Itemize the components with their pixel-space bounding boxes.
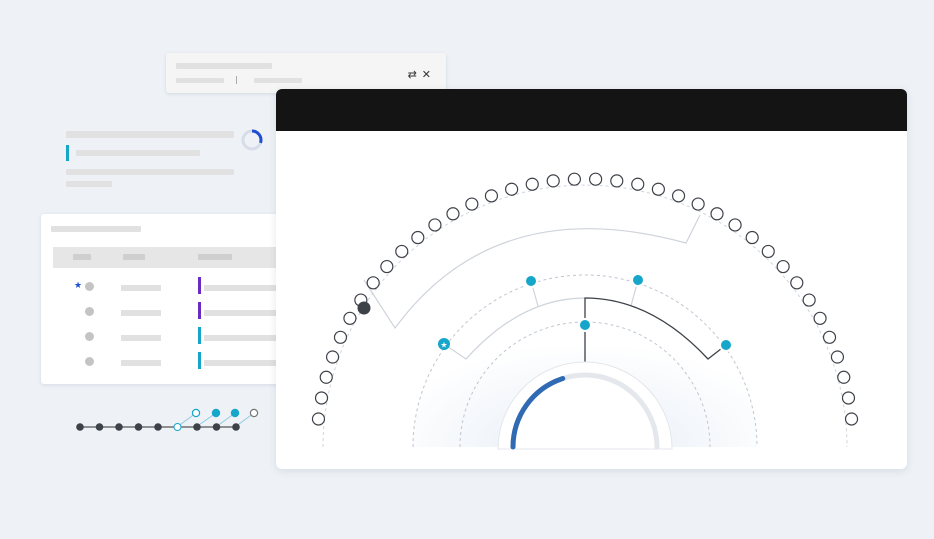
panel-field-placeholder-2: [254, 78, 302, 83]
outer-node: [710, 207, 724, 221]
outer-node: [319, 370, 333, 384]
outer-node: [484, 189, 499, 203]
table-row[interactable]: [41, 351, 281, 375]
outer-node: [837, 370, 851, 384]
table-header: [53, 247, 281, 268]
selected-outer-node: [357, 301, 371, 315]
status-dot-icon: [85, 357, 94, 366]
cell-placeholder: [121, 335, 161, 341]
summary-line-placeholder-2: [66, 169, 234, 175]
star-icon: ★: [440, 341, 447, 350]
table-row[interactable]: [41, 301, 281, 325]
inner-node: [721, 340, 731, 350]
sparkline-point: [193, 423, 201, 431]
outer-node: [610, 174, 624, 188]
star-icon[interactable]: ★: [74, 280, 82, 291]
cell-placeholder: [204, 360, 279, 366]
radial-hierarchy-view: ★: [311, 172, 859, 450]
summary-heading-placeholder: [66, 131, 234, 138]
outer-node: [802, 293, 816, 307]
table-row[interactable]: [41, 326, 281, 350]
sparkline-point: [249, 408, 259, 418]
top-filter-panel: ⇄✕: [166, 53, 446, 93]
status-dot-icon: [85, 332, 94, 341]
close-icon[interactable]: ✕: [422, 69, 436, 81]
cell-placeholder: [204, 335, 279, 341]
sparkline-point: [173, 423, 182, 431]
sparkline-point: [211, 408, 221, 418]
outer-node: [343, 311, 357, 325]
sparkline-point: [191, 408, 201, 418]
row-indicator: [198, 302, 201, 319]
outer-node: [728, 218, 742, 232]
sparkline-point: [230, 408, 240, 418]
outer-node: [745, 230, 759, 245]
outer-node: [428, 218, 442, 232]
window-titlebar: [276, 89, 907, 131]
outer-node: [411, 230, 425, 245]
sparkline-point: [76, 423, 84, 431]
outer-node: [589, 172, 603, 186]
outer-node: [691, 197, 705, 211]
outer-node: [761, 244, 775, 259]
progress-ring-icon: [241, 129, 263, 151]
outer-node: [813, 311, 827, 325]
status-dot-icon: [85, 307, 94, 316]
main-window: ★: [276, 89, 907, 469]
outer-node: [311, 412, 326, 426]
table-title-placeholder: [51, 226, 141, 232]
row-indicator: [198, 327, 201, 344]
outer-node: [822, 330, 837, 344]
outer-node: [395, 244, 409, 259]
outer-node: [830, 350, 845, 364]
cell-placeholder: [121, 310, 161, 316]
summary-line-placeholder: [76, 150, 200, 156]
cell-placeholder: [121, 360, 161, 366]
outer-node: [325, 350, 340, 364]
summary-line-placeholder-3: [66, 181, 112, 187]
outer-node: [651, 182, 665, 196]
inner-node: [526, 276, 536, 286]
outer-node: [844, 412, 859, 426]
outer-node: [333, 330, 348, 344]
inner-node: [580, 320, 590, 330]
panel-divider: [236, 76, 237, 84]
row-indicator: [198, 277, 201, 294]
table-row[interactable]: ★: [41, 276, 281, 300]
outer-node: [525, 177, 539, 191]
outer-node: [465, 197, 479, 211]
outer-node: [446, 207, 460, 221]
panel-field-placeholder: [176, 78, 224, 83]
sparkline-point: [232, 423, 240, 431]
sparkline-point: [115, 423, 123, 431]
outer-node: [790, 276, 804, 290]
outer-node: [776, 259, 790, 274]
sparkline-point: [212, 423, 221, 431]
inner-node: [633, 275, 643, 285]
outer-node: [546, 174, 560, 188]
swap-icon[interactable]: ⇄: [408, 69, 422, 81]
panel-title-placeholder: [176, 63, 272, 69]
sparkline-point: [134, 423, 143, 431]
summary-accent-marker: [66, 145, 69, 161]
outer-node: [841, 391, 856, 405]
status-dot-icon: [85, 282, 94, 291]
outer-node: [567, 172, 581, 186]
sparkline-point: [154, 423, 162, 431]
cell-placeholder: [121, 285, 161, 291]
sparkline-point: [95, 423, 104, 431]
outer-node: [671, 189, 686, 203]
outer-node: [631, 177, 645, 191]
outer-node: [314, 391, 329, 405]
outer-node: [380, 259, 394, 274]
table-card: ★: [41, 214, 281, 384]
cell-placeholder: [204, 310, 279, 316]
summary-block: [66, 129, 266, 191]
sparkline-chart: [76, 408, 259, 431]
cell-placeholder: [204, 285, 279, 291]
row-indicator: [198, 352, 201, 369]
outer-node: [366, 276, 380, 290]
outer-node: [505, 182, 519, 196]
